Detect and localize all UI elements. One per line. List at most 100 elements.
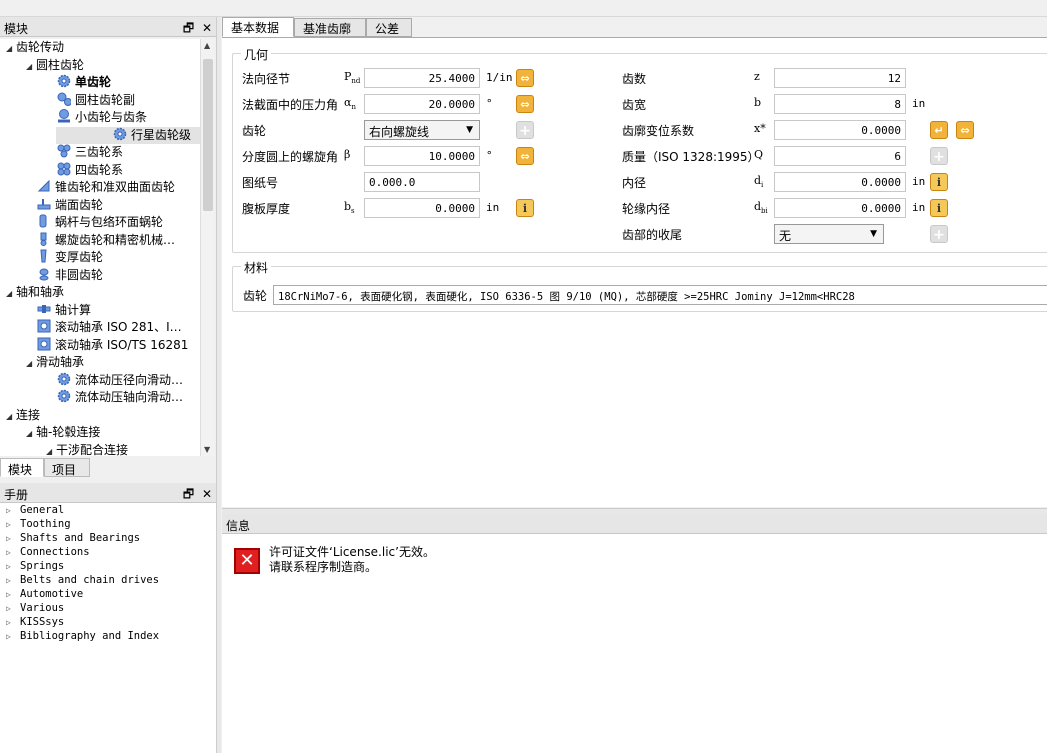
chevron-down-icon[interactable]: ▼ [870,229,877,239]
manual-item[interactable]: ▷ Toothing [0,517,216,531]
tree-item[interactable]: 锥齿轮和准双曲面齿轮 [0,179,200,197]
field-label: 齿轮 [242,124,267,138]
tab-basic-data[interactable]: 基本数据 [222,17,294,37]
numeric-input[interactable]: 25.4000 [364,68,480,88]
tree-item[interactable]: 流体动压轴向滑动… [0,389,200,407]
module-tree-scrollbar[interactable]: ▲ ▼ [200,39,214,456]
manual-item[interactable]: ▷ Belts and chain drives [0,573,216,587]
vertical-splitter[interactable] [216,17,221,753]
tree-item[interactable]: ◢ 圆柱齿轮 [0,57,200,75]
tree-item[interactable]: 小齿轮与齿条 [0,109,200,127]
scroll-down-icon[interactable]: ▼ [204,445,210,454]
expand-arrow-icon[interactable]: ▷ [6,574,20,588]
convert-button[interactable]: ⇔ [516,69,534,87]
unit-label: in [486,201,500,214]
numeric-input[interactable]: 0.0000 [774,198,906,218]
close-icon[interactable]: ✕ [202,487,212,501]
tree-item[interactable]: 行星齿轮级 [56,126,200,144]
expand-arrow-icon[interactable]: ▷ [6,616,20,630]
convert-button[interactable]: ↵ [930,121,948,139]
collapse-arrow-icon[interactable]: ◢ [26,425,36,443]
info-icon[interactable]: i [930,199,948,217]
manual-item[interactable]: ▷ Springs [0,559,216,573]
numeric-input[interactable]: 10.0000 [364,146,480,166]
tree-item[interactable]: 滚动轴承 ISO 281、I… [0,319,200,337]
manual-item[interactable]: ▷ Automotive [0,587,216,601]
manual-item[interactable]: ▷ KISSsys [0,615,216,629]
tree-item[interactable]: 三齿轮系 [0,144,200,162]
tree-item[interactable]: 蜗杆与包络环面蜗轮 [0,214,200,232]
tree-item[interactable]: 流体动压径向滑动… [0,372,200,390]
convert-button[interactable]: ⇔ [956,121,974,139]
numeric-input[interactable]: 8 [774,94,906,114]
tab-reference-profile[interactable]: 基准齿廓 [294,18,366,37]
tree-item[interactable]: 滚动轴承 ISO/TS 16281 [0,337,200,355]
tab-projects[interactable]: 项目 [44,458,90,477]
collapse-arrow-icon[interactable]: ◢ [6,285,16,303]
expand-arrow-icon[interactable]: ▷ [6,546,20,560]
tree-item[interactable]: 四齿轮系 [0,162,200,180]
convert-button[interactable]: ⇔ [516,95,534,113]
tree-item[interactable]: 端面齿轮 [0,197,200,215]
tree-item[interactable]: 轴计算 [0,302,200,320]
expand-arrow-icon[interactable]: ▷ [6,602,20,616]
manual-item[interactable]: ▷ Shafts and Bearings [0,531,216,545]
manual-item[interactable]: ▷ Various [0,601,216,615]
close-icon[interactable]: ✕ [202,21,212,35]
tree-item-label: 单齿轮 [75,75,112,89]
tree-item[interactable]: 变厚齿轮 [0,249,200,267]
expand-arrow-icon[interactable]: ▷ [6,532,20,546]
numeric-input[interactable]: 6 [774,146,906,166]
float-panel-icon[interactable]: 🗗 [183,21,194,35]
expand-arrow-icon[interactable]: ▷ [6,560,20,574]
tab-tolerances[interactable]: 公差 [366,18,412,37]
tab-modules[interactable]: 模块 [0,458,44,477]
float-panel-icon[interactable]: 🗗 [183,487,194,501]
collapse-arrow-icon[interactable]: ◢ [6,40,16,58]
info-icon[interactable]: i [930,173,948,191]
tree-item[interactable]: ◢ 滑动轴承 [0,354,200,372]
numeric-input[interactable]: 12 [774,68,906,88]
chevron-down-icon[interactable]: ▼ [466,125,473,135]
tree-item[interactable]: ◢ 干涉配合连接 [0,442,200,457]
manual-item[interactable]: ▷ Connections [0,545,216,559]
field-label: 法向径节 [242,72,291,86]
collapse-arrow-icon[interactable]: ◢ [26,355,36,373]
expand-arrow-icon[interactable]: ▷ [6,504,20,518]
convert-button[interactable]: ⇔ [516,147,534,165]
manual-item-label: Automotive [20,588,84,600]
manual-item[interactable]: ▷ General [0,503,216,517]
manual-item[interactable]: ▷ Bibliography and Index [0,629,216,643]
manual-item-label: Various [20,602,65,614]
text-input[interactable]: 0.000.0 [364,172,480,192]
info-panel-title: 信息 [226,519,251,533]
planetary-gear-icon [112,127,128,141]
scroll-thumb[interactable] [203,59,213,211]
numeric-input[interactable]: 0.0000 [774,172,906,192]
symbol-subscript: n [351,103,356,112]
symbol-main: z [754,70,760,83]
tree-item[interactable]: ◢ 连接 [0,407,200,425]
numeric-input[interactable]: 20.0000 [364,94,480,114]
numeric-input[interactable]: 0.0000 [774,120,906,140]
tree-item[interactable]: 螺旋齿轮和精密机械… [0,232,200,250]
tree-item[interactable]: ◢ 轴-轮毂连接 [0,424,200,442]
material-field[interactable]: 18CrNiMo7-6, 表面硬化钢, 表面硬化, ISO 6336-5 图 9… [273,285,1047,305]
tree-item[interactable]: ◢ 轴和轴承 [0,284,200,302]
tree-item[interactable]: 圆柱齿轮副 [0,92,200,110]
collapse-arrow-icon[interactable]: ◢ [26,58,36,76]
collapse-arrow-icon[interactable]: ◢ [6,408,16,426]
tree-item[interactable]: 单齿轮 [0,74,200,92]
numeric-input[interactable]: 0.0000 [364,198,480,218]
collapse-arrow-icon[interactable]: ◢ [46,443,56,457]
dropdown-select[interactable]: 无 ▼ [774,224,884,244]
info-icon[interactable]: i [516,199,534,217]
tree-item[interactable]: 非圆齿轮 [0,267,200,285]
expand-arrow-icon[interactable]: ▷ [6,630,20,644]
scroll-up-icon[interactable]: ▲ [204,41,210,50]
dropdown-select[interactable]: 右向螺旋线 ▼ [364,120,480,140]
tree-item[interactable]: ◢ 齿轮传动 [0,39,200,57]
unit-label: in [912,201,926,214]
expand-arrow-icon[interactable]: ▷ [6,518,20,532]
expand-arrow-icon[interactable]: ▷ [6,588,20,602]
